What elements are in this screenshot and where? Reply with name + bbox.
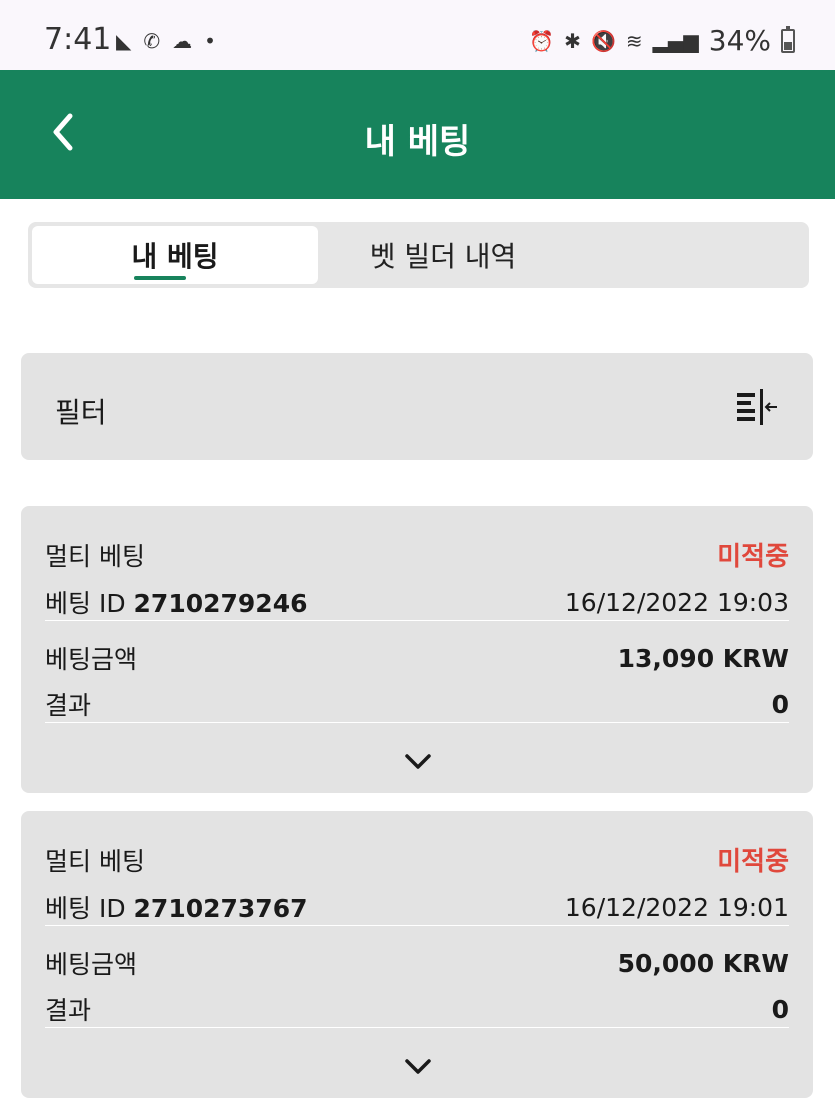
active-tab-indicator xyxy=(134,276,186,280)
bet-card[interactable]: 멀티 베팅 미적중 베팅 ID 2710279246 16/12/2022 19… xyxy=(21,506,813,793)
battery-icon xyxy=(781,25,795,53)
tab-my-bets[interactable]: 내 베팅 xyxy=(32,226,318,284)
system-icons: ⏰ ✱ 🔇 ≋ ▂▄▆ 34% xyxy=(529,24,795,57)
app-bar: 내 베팅 xyxy=(0,70,835,199)
divider xyxy=(45,722,789,723)
bet-status: 미적중 xyxy=(717,847,789,877)
bet-result: 0 xyxy=(771,994,789,1024)
bluetooth-icon: ✱ xyxy=(564,28,581,53)
divider xyxy=(45,1027,789,1028)
bet-type: 멀티 베팅 xyxy=(45,846,145,876)
ear-icon: ◣ xyxy=(116,29,132,53)
bet-result: 0 xyxy=(771,689,789,719)
tab-bet-builder-history[interactable]: 벳 빌더 내역 xyxy=(318,226,568,284)
mute-icon: 🔇 xyxy=(590,28,616,53)
filter-label: 필터 xyxy=(55,396,107,429)
status-time: 7:41 xyxy=(44,22,112,57)
dot-icon: • xyxy=(204,29,216,53)
battery-percent: 34% xyxy=(708,24,771,57)
tab-bar: 내 베팅 벳 빌더 내역 xyxy=(28,222,809,288)
result-label: 결과 xyxy=(45,691,92,720)
bet-amount: 13,090 KRW xyxy=(617,643,789,673)
alarm-icon: ⏰ xyxy=(529,28,555,53)
filter-bar[interactable]: 필터 xyxy=(21,353,813,460)
bet-type: 멀티 베팅 xyxy=(45,541,145,571)
chevron-down-icon[interactable] xyxy=(403,752,433,772)
status-bar: 7:41 ◣ ✆ ☁ • ⏰ ✱ 🔇 ≋ ▂▄▆ 34% xyxy=(0,0,835,70)
bet-id: 2710273767 xyxy=(133,894,308,923)
signal-icon: ▂▄▆ xyxy=(652,28,699,53)
chevron-down-icon[interactable] xyxy=(403,1057,433,1077)
bet-id: 2710279246 xyxy=(133,589,308,618)
bet-datetime: 16/12/2022 19:01 xyxy=(564,892,789,922)
wifi-icon: ≋ xyxy=(625,28,643,53)
result-label: 결과 xyxy=(45,996,92,1025)
divider xyxy=(45,620,789,621)
bet-amount: 50,000 KRW xyxy=(617,948,789,978)
bet-id-label: 베팅 ID xyxy=(45,894,126,923)
tab-label: 벳 빌더 내역 xyxy=(369,240,517,273)
cloud-icon: ☁ xyxy=(172,29,193,53)
bet-datetime: 16/12/2022 19:03 xyxy=(564,587,789,617)
tab-label: 내 베팅 xyxy=(131,240,219,273)
filter-icon[interactable] xyxy=(735,387,779,427)
bet-card[interactable]: 멀티 베팅 미적중 베팅 ID 2710273767 16/12/2022 19… xyxy=(21,811,813,1098)
bet-status: 미적중 xyxy=(717,542,789,572)
amount-label: 베팅금액 xyxy=(45,950,138,979)
page-title: 내 베팅 xyxy=(364,122,471,162)
bet-id-line: 베팅 ID 2710279246 xyxy=(45,584,307,620)
missed-call-icon: ✆ xyxy=(143,29,161,53)
divider xyxy=(45,925,789,926)
notification-icons: ◣ ✆ ☁ • xyxy=(116,28,216,54)
bet-id-label: 베팅 ID xyxy=(45,589,126,618)
amount-label: 베팅금액 xyxy=(45,645,138,674)
bet-id-line: 베팅 ID 2710273767 xyxy=(45,889,307,925)
